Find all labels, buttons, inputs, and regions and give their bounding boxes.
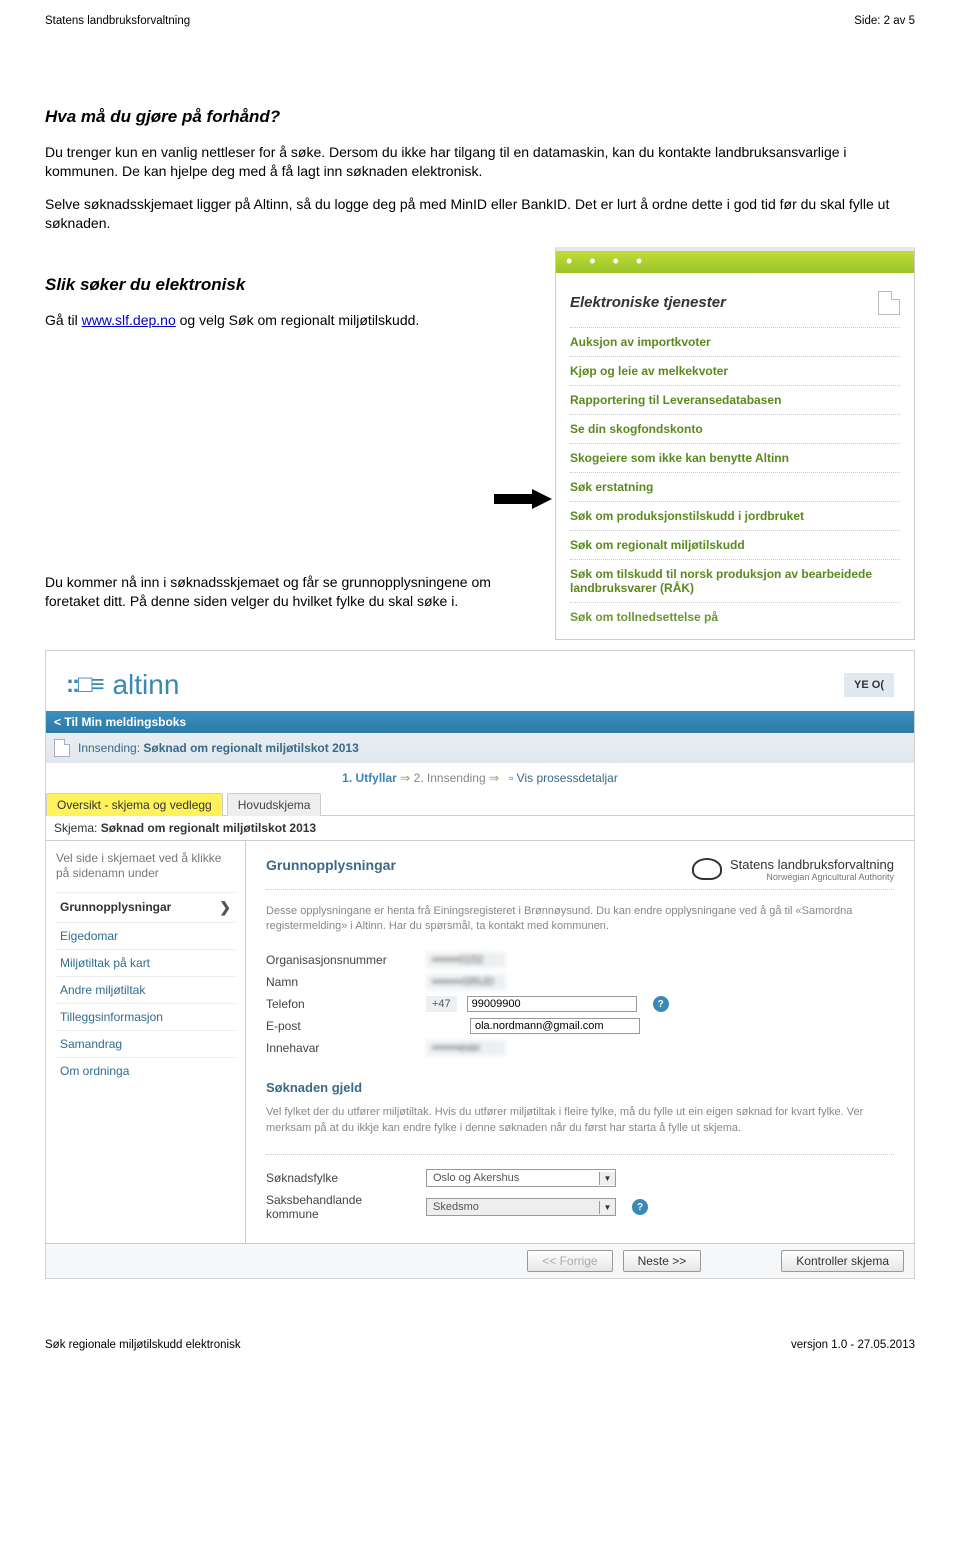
altinn-form-screenshot: ::□≡ altinn YE O( < Til Min meldingsboks… (45, 650, 915, 1280)
chevron-down-icon: ▼ (599, 1201, 615, 1214)
validate-button[interactable]: Kontroller skjema (781, 1250, 904, 1272)
chevron-right-icon: ❯ (219, 899, 231, 916)
process-steps: 1. Utfyllar ⇒ 2. Innsending ⇒ ▫ Vis pros… (46, 763, 914, 793)
sidenav-item-eigedomar[interactable]: Eigedomar (56, 922, 235, 949)
label-epost: E-post (266, 1019, 416, 1033)
slf-link[interactable]: www.slf.dep.no (82, 312, 176, 328)
help-icon[interactable]: ? (632, 1199, 648, 1215)
sidenav-item-miljotiltak-kart[interactable]: Miljøtiltak på kart (56, 949, 235, 976)
next-button[interactable]: Neste >> (623, 1250, 702, 1272)
widget-item[interactable]: Søk erstatning (570, 472, 900, 501)
value-namn: ••••••••SRUD (426, 974, 506, 990)
fylke-select[interactable]: Oslo og Akershus ▼ (426, 1169, 616, 1187)
widget-tabs-dots: • • • • (556, 251, 914, 273)
form-footer: << Forrige Neste >> Kontroller skjema (46, 1243, 914, 1278)
info-note: Desse opplysningane er henta frå Einings… (266, 904, 894, 935)
widget-item[interactable]: Skogeiere som ikke kan benytte Altinn (570, 443, 900, 472)
label-telefon: Telefon (266, 997, 416, 1011)
kommune-select[interactable]: Skedsmo ▼ (426, 1198, 616, 1216)
section-text: Gå til www.slf.dep.no og velg Søk om reg… (45, 311, 535, 330)
form-main-panel: Grunnopplysningar Statens landbruksforva… (246, 841, 914, 1244)
widget-item[interactable]: Søk om produksjonstilskudd i jordbruket (570, 501, 900, 530)
section-title-preparation: Hva må du gjøre på forhånd? (45, 107, 915, 127)
electronic-services-widget: • • • • Elektroniske tjenester Auksjon a… (555, 247, 915, 640)
sidenav-item-om-ordninga[interactable]: Om ordninga (56, 1057, 235, 1084)
subsection-heading: Søknaden gjeld (266, 1080, 894, 1095)
subsection-note: Vel fylket der du utfører miljøtiltak. H… (266, 1105, 894, 1136)
form-page-icon (54, 739, 70, 757)
label-innehavar: Innehavar (266, 1041, 416, 1055)
telefon-input[interactable] (467, 996, 637, 1012)
value-orgnr: •••••••0152 (426, 952, 506, 968)
process-details-link[interactable]: Vis prosessdetaljar (517, 771, 618, 785)
section-text: Du kommer nå inn i søknadsskjemaet og få… (45, 573, 535, 611)
form-side-nav: Vel side i skjemaet ved å klikke på side… (46, 841, 246, 1244)
widget-item[interactable]: Rapportering til Leveransedatabasen (570, 385, 900, 414)
tab-mainform[interactable]: Hovudskjema (227, 793, 322, 816)
help-icon[interactable]: ? (653, 996, 669, 1012)
footer-left: Søk regionale miljøtilskudd elektronisk (45, 1339, 241, 1351)
value-innehavar: •••••••ever (426, 1040, 506, 1056)
sidenav-item-tilleggsinfo[interactable]: Tilleggsinformasjon (56, 1003, 235, 1030)
callout-arrow-icon (494, 489, 552, 509)
tab-bar: Oversikt - skjema og vedlegg Hovudskjema (46, 793, 914, 816)
widget-item[interactable]: Kjøp og leie av melkekvoter (570, 356, 900, 385)
back-to-inbox-link[interactable]: < Til Min meldingsboks (46, 711, 914, 733)
page-heading: Grunnopplysningar (266, 857, 396, 873)
widget-item-highlighted[interactable]: Søk om regionalt miljøtilskudd (570, 530, 900, 559)
page-footer: Søk regionale miljøtilskudd elektronisk … (45, 1339, 915, 1351)
page-header: Statens landbruksforvaltning Side: 2 av … (45, 15, 915, 27)
widget-item[interactable]: Auksjon av importkvoter (570, 327, 900, 356)
label-orgnr: Organisasjonsnummer (266, 953, 416, 967)
header-right: Side: 2 av 5 (854, 15, 915, 27)
epost-input[interactable] (470, 1018, 640, 1034)
agency-logo-icon (692, 858, 722, 880)
label-kommune: Saksbehandlande kommune (266, 1193, 416, 1221)
sidenav-hint: Vel side i skjemaet ved å klikke på side… (56, 851, 235, 882)
altinn-logo: ::□≡ altinn (66, 669, 179, 701)
footer-right: versjon 1.0 - 27.05.2013 (791, 1339, 915, 1351)
section-text: Selve søknadsskjemaet ligger på Altinn, … (45, 195, 915, 233)
prev-button[interactable]: << Forrige (527, 1250, 612, 1272)
label-fylke: Søknadsfylke (266, 1171, 416, 1185)
document-icon (878, 291, 900, 315)
widget-item[interactable]: Se din skogfondskonto (570, 414, 900, 443)
widget-item[interactable]: Søk om tollnedsettelse på (570, 602, 900, 631)
section-title-howto: Slik søker du elektronisk (45, 275, 535, 295)
divider (266, 889, 894, 890)
sidenav-item-samandrag[interactable]: Samandrag (56, 1030, 235, 1057)
schema-name-row: Skjema: Søknad om regionalt miljøtilskot… (46, 816, 914, 841)
chevron-down-icon: ▼ (599, 1172, 615, 1185)
label-namn: Namn (266, 975, 416, 989)
widget-title: Elektroniske tjenester (570, 294, 726, 311)
agency-brand: Statens landbruksforvaltning Norwegian A… (692, 857, 894, 882)
value-tel-prefix: +47 (426, 996, 457, 1012)
sidenav-item-grunnopplysningar[interactable]: Grunnopplysningar ❯ (56, 892, 235, 922)
section-text: Du trenger kun en vanlig nettleser for å… (45, 143, 915, 181)
tab-overview[interactable]: Oversikt - skjema og vedlegg (46, 793, 223, 816)
form-title-bar: Innsending: Søknad om regionalt miljøtil… (46, 733, 914, 763)
header-fragment: YE O( (844, 673, 894, 697)
sidenav-item-andre-miljotiltak[interactable]: Andre miljøtiltak (56, 976, 235, 1003)
header-left: Statens landbruksforvaltning (45, 15, 190, 27)
divider (266, 1154, 894, 1155)
widget-item[interactable]: Søk om tilskudd til norsk produksjon av … (570, 559, 900, 602)
